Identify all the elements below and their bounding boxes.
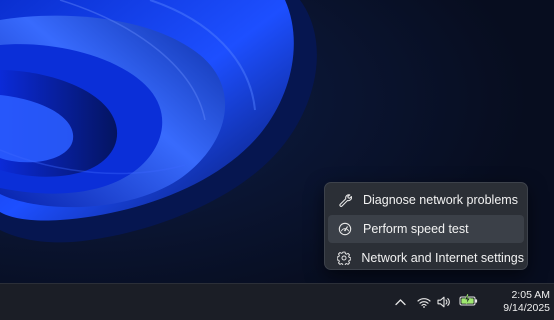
menu-item-label: Perform speed test [363,222,469,236]
menu-item-diagnose-network[interactable]: Diagnose network problems [328,186,524,214]
clock-button[interactable]: 2:05 AM 9/14/2025 [484,289,550,315]
battery-status-button[interactable] [458,284,480,320]
desktop: Diagnose network problems Perform speed … [0,0,554,320]
battery-charging-icon [459,293,479,311]
wrench-icon [337,192,353,208]
chevron-up-icon [394,293,406,311]
menu-item-speed-test[interactable]: Perform speed test [328,215,524,243]
quick-settings-button[interactable] [417,284,457,320]
menu-item-label: Diagnose network problems [363,193,518,207]
wifi-icon [417,297,431,308]
menu-item-network-settings[interactable]: Network and Internet settings [328,244,524,272]
clock-date: 9/14/2025 [503,302,550,314]
gear-icon [337,250,352,266]
clock-time: 2:05 AM [511,289,550,301]
speedometer-icon [337,221,353,237]
menu-item-label: Network and Internet settings [361,251,524,265]
taskbar: 2:05 AM 9/14/2025 [0,283,554,320]
network-context-menu: Diagnose network problems Perform speed … [324,182,528,270]
show-hidden-icons-button[interactable] [392,284,408,320]
volume-icon [437,296,451,308]
